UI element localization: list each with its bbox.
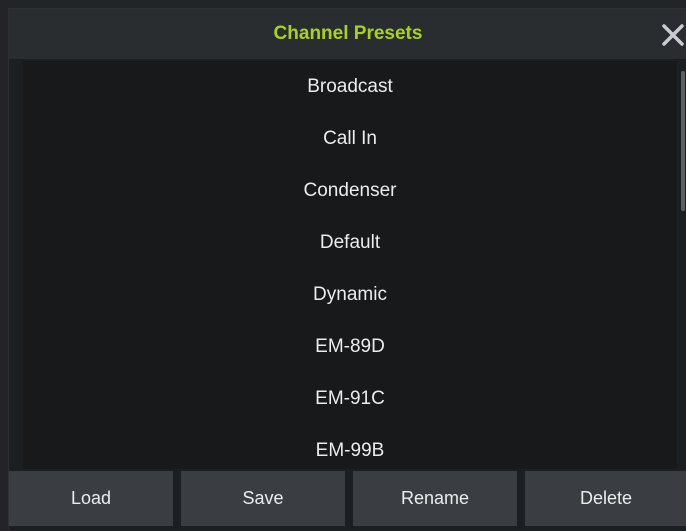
close-icon [662, 24, 684, 46]
rename-button[interactable]: Rename [353, 471, 517, 526]
dialog-title: Channel Presets [273, 23, 423, 44]
preset-item-broadcast[interactable]: Broadcast [23, 61, 677, 113]
preset-item-em-99b[interactable]: EM-99B [23, 425, 677, 469]
close-button[interactable] [659, 21, 686, 49]
dialog-header: Channel Presets [9, 9, 686, 59]
load-button[interactable]: Load [9, 471, 173, 526]
preset-item-em-89d[interactable]: EM-89D [23, 321, 677, 373]
preset-item-default[interactable]: Default [23, 217, 677, 269]
app-frame: Channel Presets Broadcast Call In Conden… [0, 0, 686, 531]
save-button[interactable]: Save [181, 471, 345, 526]
action-button-bar: Load Save Rename Delete [9, 469, 686, 530]
delete-button[interactable]: Delete [525, 471, 686, 526]
preset-item-dynamic[interactable]: Dynamic [23, 269, 677, 321]
preset-list[interactable]: Broadcast Call In Condenser Default Dyna… [23, 61, 677, 469]
list-scrollbar[interactable] [681, 71, 685, 211]
preset-item-em-91c[interactable]: EM-91C [23, 373, 677, 425]
preset-item-call-in[interactable]: Call In [23, 113, 677, 165]
preset-item-condenser[interactable]: Condenser [23, 165, 677, 217]
channel-presets-dialog: Channel Presets Broadcast Call In Conden… [8, 8, 686, 530]
